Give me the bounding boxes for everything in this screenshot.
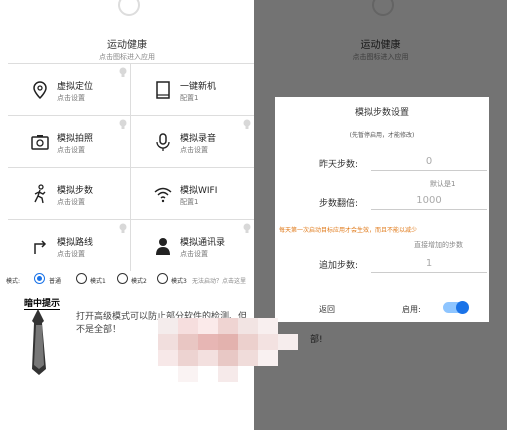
app-subtitle: 点击图标进入应用 <box>99 53 155 61</box>
grid-item-status: 配置1 <box>180 198 199 206</box>
default-hint: 默认是1 <box>430 180 456 188</box>
bulb-icon <box>119 223 127 233</box>
extra-steps-input[interactable]: 1 <box>371 256 487 273</box>
step-settings-dialog: 模拟步数设置 (先暂停启用，才能修改) 昨天步数: 0 默认是1 步数翻倍: 1… <box>275 97 489 322</box>
toggle-knob <box>456 301 469 314</box>
contact-person-icon <box>153 236 173 256</box>
bulb-icon <box>119 67 127 77</box>
mode-radio-2[interactable] <box>117 273 128 284</box>
app-title[interactable]: 运动健康 <box>0 36 254 51</box>
dialog-note: (先暂停启用，才能修改) <box>349 132 415 139</box>
mode-option-label: 模式1 <box>90 278 106 285</box>
grid-item-virtual-location[interactable]: 虚拟定位 点击设置 <box>8 63 131 115</box>
mode-option-label: 普通 <box>49 278 62 285</box>
location-pin-icon <box>30 80 50 100</box>
dialog-title: 模拟步数设置 <box>354 108 409 118</box>
grid-item-fake-steps[interactable]: 模拟步数 点击设置 <box>8 167 131 219</box>
grid-item-fake-recording[interactable]: 模拟录音 点击设置 <box>131 115 254 167</box>
grid-item-label: 模拟通讯录 <box>180 238 226 248</box>
grid-item-label: 模拟录音 <box>180 134 217 144</box>
back-button[interactable]: 返回 <box>319 304 335 315</box>
app-logo-icon <box>118 0 140 16</box>
extra-steps-hint: 直接增加的步数 <box>414 241 463 249</box>
tablet-icon <box>153 80 173 100</box>
grid-item-label: 模拟路线 <box>57 238 94 248</box>
pixelated-redaction <box>158 318 318 382</box>
tip-title: 暗中提示 <box>24 296 61 310</box>
bulb-icon <box>243 223 251 233</box>
cannot-start-link[interactable]: 无法启动？点击这里 <box>192 276 246 285</box>
extra-steps-label: 追加步数: <box>319 261 359 271</box>
grid-item-status: 点击设置 <box>57 146 85 154</box>
grid-item-status: 点击设置 <box>57 198 85 206</box>
enable-label: 启用: <box>402 305 421 314</box>
grid-item-fake-wifi[interactable]: 模拟WIFI 配置1 <box>131 167 254 219</box>
turn-arrow-icon <box>30 236 50 256</box>
grid-item-label: 虚拟定位 <box>57 82 94 92</box>
grid-item-label: 模拟步数 <box>57 186 94 196</box>
grid-item-fake-route[interactable]: 模拟路线 点击设置 <box>8 219 131 271</box>
grid-item-fake-contacts[interactable]: 模拟通讯录 点击设置 <box>131 219 254 271</box>
grid-item-fake-photo[interactable]: 模拟拍照 点击设置 <box>8 115 131 167</box>
yesterday-steps-label: 昨天步数: <box>319 160 359 170</box>
grid-item-new-device[interactable]: 一键新机 配置1 <box>131 63 254 115</box>
mode-option-label: 模式3 <box>171 278 187 285</box>
mode-selector: 模式: 普通 模式1 模式2 模式3 无法启动？点击这里 <box>6 273 254 287</box>
grid-item-status: 点击设置 <box>57 250 85 258</box>
bulb-icon <box>119 119 127 129</box>
grid-item-status: 配置1 <box>180 94 199 102</box>
mode-option-label: 模式2 <box>131 278 147 285</box>
grid-item-status: 点击设置 <box>180 250 208 258</box>
grid-item-status: 点击设置 <box>57 94 85 102</box>
multiplier-input[interactable]: 1000 <box>371 193 487 210</box>
mode-label: 模式: <box>6 278 21 285</box>
mode-radio-3[interactable] <box>157 273 168 284</box>
mode-radio-1[interactable] <box>76 273 87 284</box>
yesterday-steps-input[interactable]: 0 <box>371 154 487 171</box>
grid-item-label: 模拟WIFI <box>180 186 218 196</box>
wifi-icon <box>153 184 173 204</box>
walking-icon <box>30 184 50 204</box>
grid-item-label: 模拟拍照 <box>57 134 94 144</box>
multiplier-label: 步数翻倍: <box>319 199 359 209</box>
microphone-icon <box>153 132 173 152</box>
warning-text: 每天第一次启动目标应用才会生效，而且不能以减少 <box>279 227 418 234</box>
bulb-icon <box>243 119 251 129</box>
pen-illustration-icon <box>32 309 46 375</box>
enable-toggle[interactable] <box>443 301 469 314</box>
mode-radio-normal[interactable] <box>34 273 45 284</box>
grid-item-status: 点击设置 <box>180 146 208 154</box>
camera-icon <box>30 132 50 152</box>
grid-item-label: 一键新机 <box>180 82 217 92</box>
